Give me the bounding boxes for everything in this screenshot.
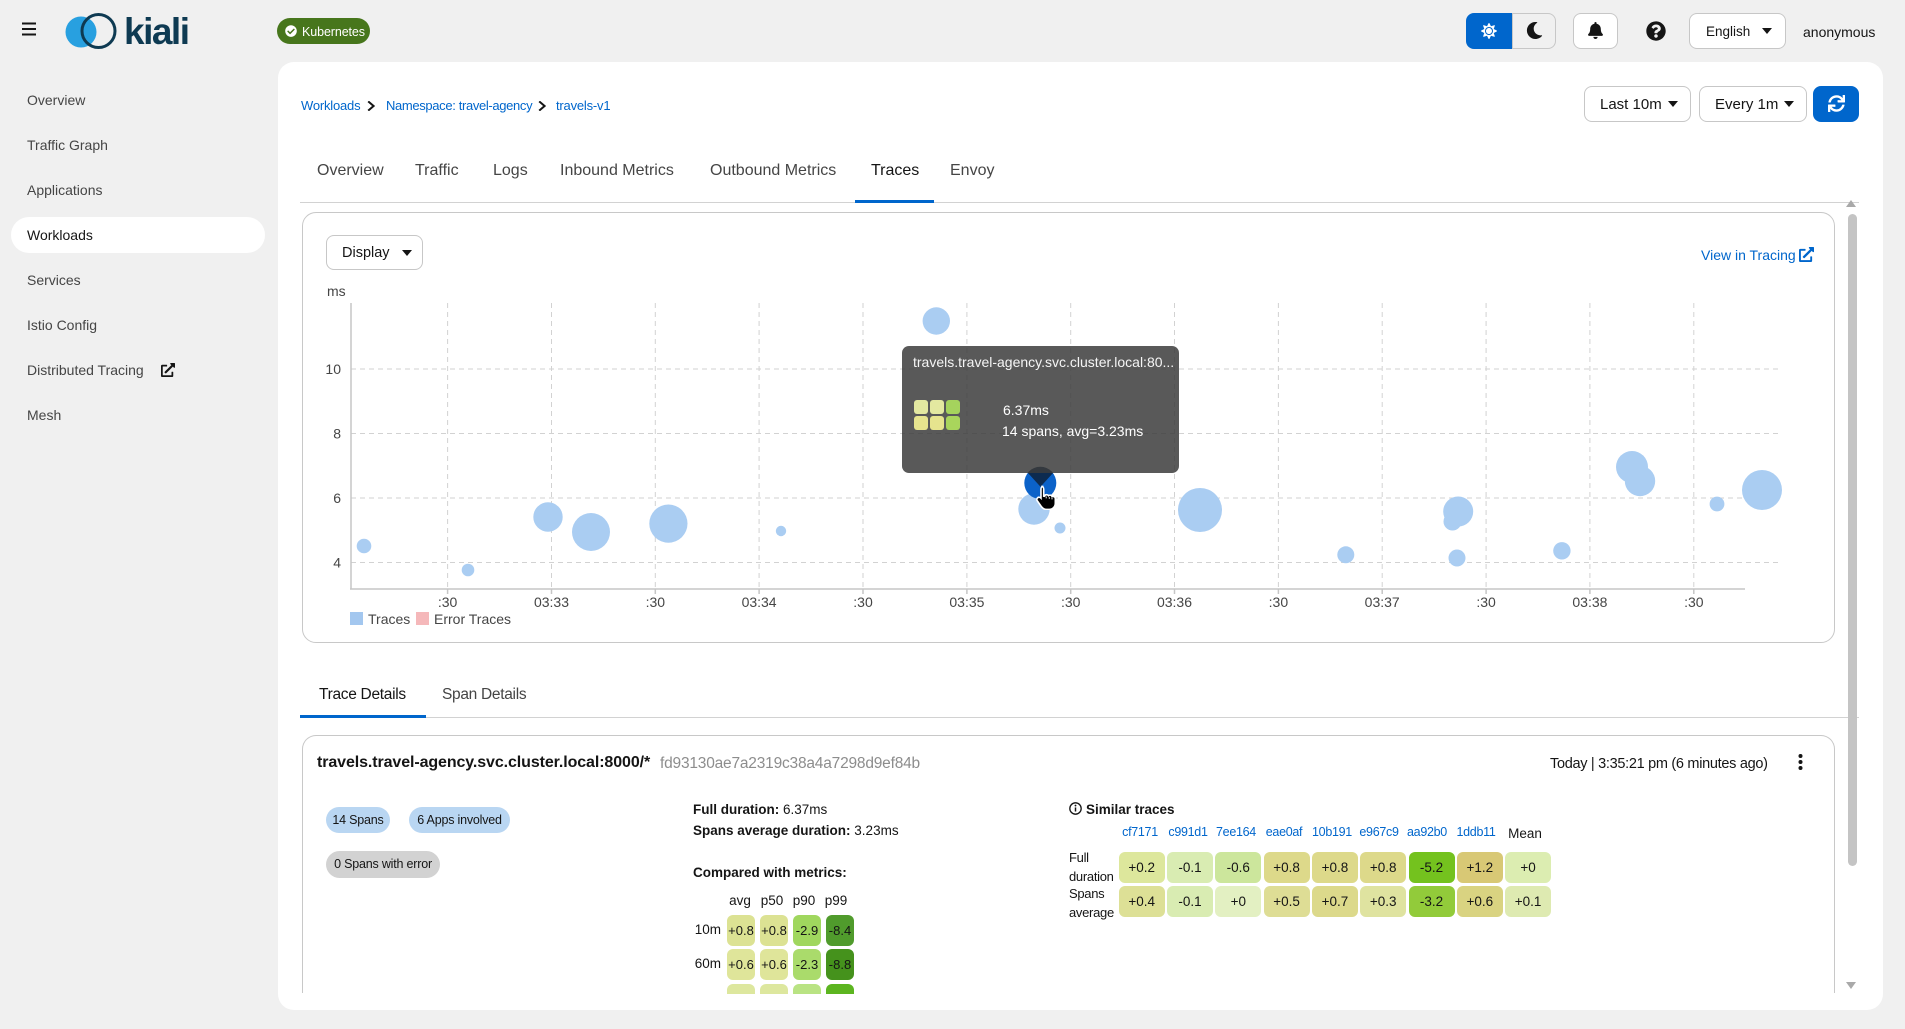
svg-text:03:38: 03:38: [1572, 594, 1607, 610]
svg-text:03:33: 03:33: [534, 594, 569, 610]
svg-text:6: 6: [333, 490, 341, 506]
svg-text::30: :30: [1269, 594, 1289, 610]
svg-text:4: 4: [333, 555, 341, 571]
svg-text::30: :30: [1684, 594, 1704, 610]
svg-text:kiali: kiali: [124, 11, 189, 51]
svg-text::30: :30: [646, 594, 666, 610]
svg-text::30: :30: [438, 594, 458, 610]
svg-text:03:35: 03:35: [949, 594, 984, 610]
svg-text:03:37: 03:37: [1365, 594, 1400, 610]
svg-text:03:34: 03:34: [742, 594, 777, 610]
svg-text:03:36: 03:36: [1157, 594, 1192, 610]
svg-text::30: :30: [1476, 594, 1496, 610]
svg-text::30: :30: [1061, 594, 1081, 610]
svg-text:8: 8: [333, 426, 341, 442]
svg-text:10: 10: [325, 361, 341, 377]
svg-text::30: :30: [853, 594, 873, 610]
